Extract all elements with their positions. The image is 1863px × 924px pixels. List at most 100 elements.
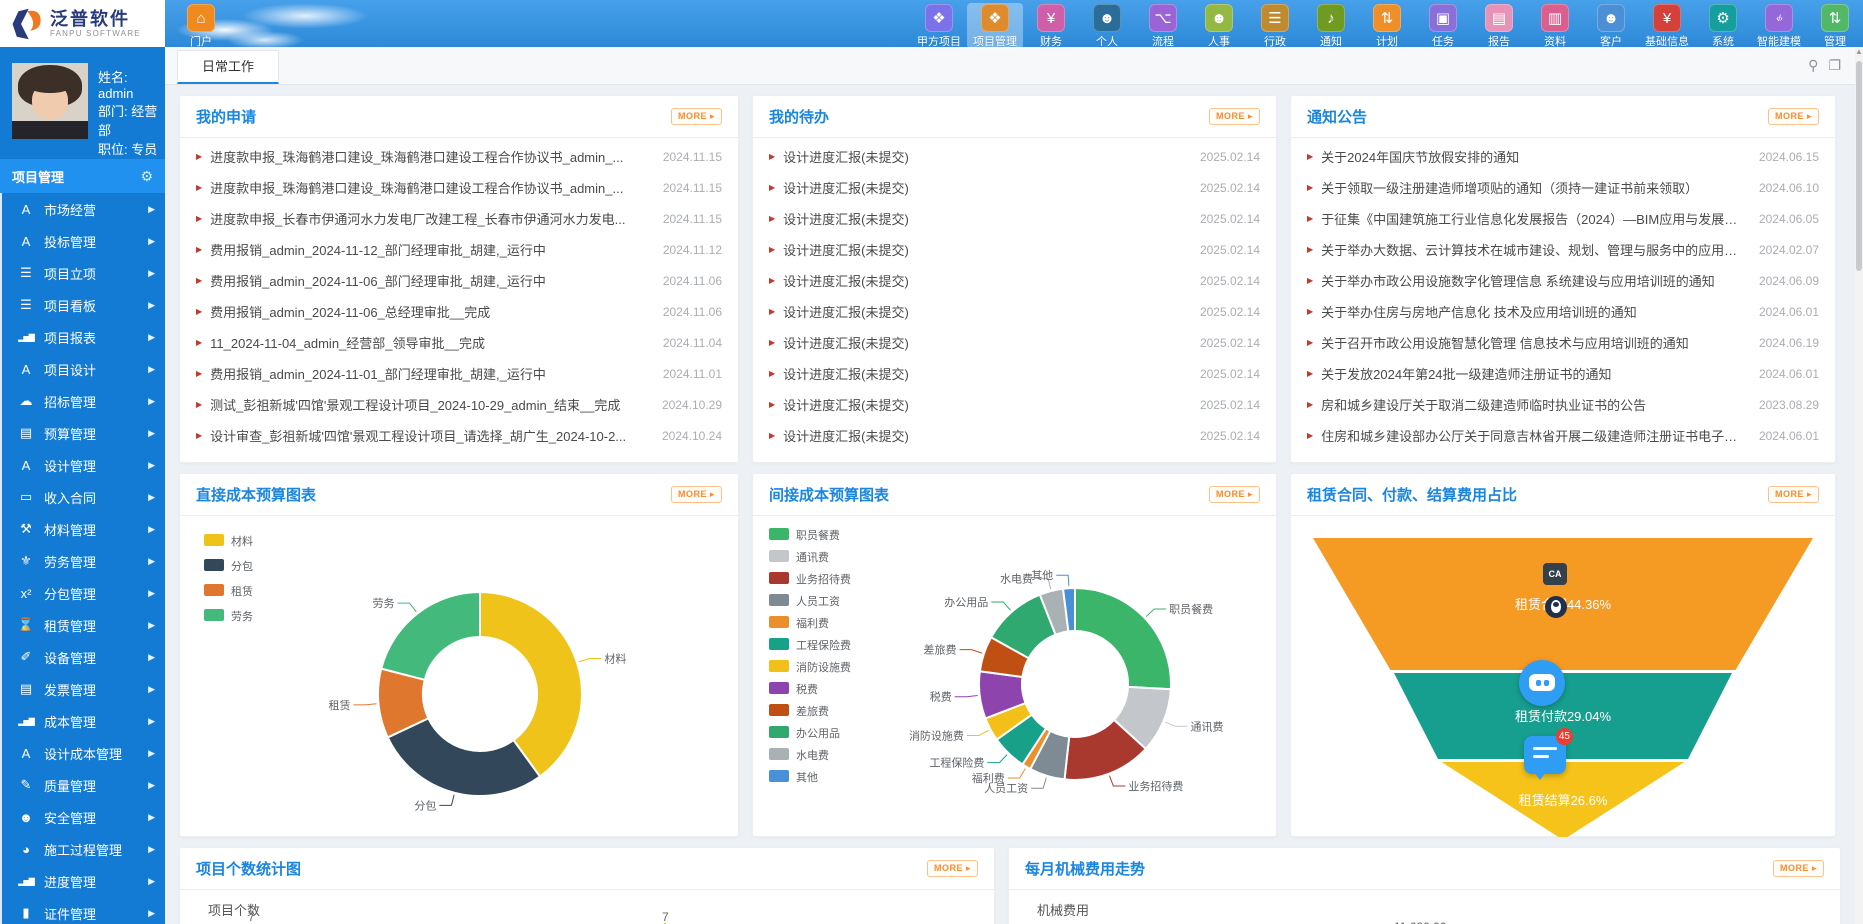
sidebar-item-项目报表[interactable]: ▂▅▇项目报表▶ xyxy=(2,321,165,353)
list-item[interactable]: ▶设计进度汇报(未提交)2025.02.14 xyxy=(769,141,1260,172)
nav-item-资料[interactable]: ▥资料 xyxy=(1527,3,1583,49)
nav-item-智能建模[interactable]: ‹/›智能建模 xyxy=(1751,3,1807,49)
list-item[interactable]: ▶设计进度汇报(未提交)2025.02.14 xyxy=(769,296,1260,327)
more-button[interactable]: MORE ▸ xyxy=(671,486,722,503)
list-item[interactable]: ▶设计进度汇报(未提交)2025.02.14 xyxy=(769,265,1260,296)
sidebar-item-设备管理[interactable]: ✐设备管理▶ xyxy=(2,641,165,673)
more-button[interactable]: MORE ▸ xyxy=(1768,108,1819,125)
sidebar-item-投标管理[interactable]: A投标管理▶ xyxy=(2,225,165,257)
list-item[interactable]: ▶设计进度汇报(未提交)2025.02.14 xyxy=(769,172,1260,203)
ca-cert-widget-button[interactable]: CA xyxy=(1543,563,1567,585)
list-item[interactable]: ▶设计进度汇报(未提交)2025.02.14 xyxy=(769,389,1260,420)
qq-icon[interactable] xyxy=(1545,596,1567,618)
sidebar-item-项目立项[interactable]: ☰项目立项▶ xyxy=(2,257,165,289)
x2-icon: x² xyxy=(16,586,36,601)
nav-item-计划[interactable]: ⇅计划 xyxy=(1359,3,1415,49)
nav-item-基础信息[interactable]: ¥基础信息 xyxy=(1639,3,1695,49)
list-item[interactable]: ▶进度款申报_长春市伊通河水力发电厂改建工程_长春市伊通河水力发电...2024… xyxy=(196,203,722,234)
list-item[interactable]: ▶关于领取一级注册建造师增项贴的通知（须持一建证书前来领取）2024.06.10 xyxy=(1307,172,1819,203)
list-item[interactable]: ▶房和城乡建设厅关于取消二级建造师临时执业证书的公告2023.08.29 xyxy=(1307,389,1819,420)
list-item[interactable]: ▶11_2024-11-04_admin_经营部_领导审批__完成2024.11… xyxy=(196,327,722,358)
nav-item-报告[interactable]: ▤报告 xyxy=(1471,3,1527,49)
more-button[interactable]: MORE ▸ xyxy=(1209,486,1260,503)
list-item[interactable]: ▶设计进度汇报(未提交)2025.02.14 xyxy=(769,203,1260,234)
list-item[interactable]: ▶设计进度汇报(未提交)2025.02.14 xyxy=(769,358,1260,389)
nav-item-个人[interactable]: ☻个人 xyxy=(1079,3,1135,49)
sidebar-item-发票管理[interactable]: ▤发票管理▶ xyxy=(2,673,165,705)
list-item-text: 进度款申报_珠海鹤港口建设_珠海鹤港口建设工程合作协议书_admin_... xyxy=(210,178,649,197)
list-item[interactable]: ▶进度款申报_珠海鹤港口建设_珠海鹤港口建设工程合作协议书_admin_...2… xyxy=(196,172,722,203)
more-button[interactable]: MORE ▸ xyxy=(671,108,722,125)
list-item[interactable]: ▶费用报销_admin_2024-11-06_总经理审批__完成2024.11.… xyxy=(196,296,722,327)
sidebar-item-预算管理[interactable]: ▤预算管理▶ xyxy=(2,417,165,449)
nav-item-通知[interactable]: ♪通知 xyxy=(1303,3,1359,49)
sidebar-item-设计管理[interactable]: A设计管理▶ xyxy=(2,449,165,481)
scrollbar-thumb[interactable] xyxy=(1856,61,1862,271)
list-item-date: 2025.02.14 xyxy=(1200,305,1260,319)
nav-item-甲方项目[interactable]: ❖甲方项目 xyxy=(911,3,967,49)
list-item[interactable]: ▶关于举办住房与房地产信息化 技术及应用培训班的通知2024.06.01 xyxy=(1307,296,1819,327)
more-button[interactable]: MORE ▸ xyxy=(1773,860,1824,877)
sidebar-item-质量管理[interactable]: ✎质量管理▶ xyxy=(2,769,165,801)
list-item[interactable]: ▶关于发放2024年第24批一级建造师注册证书的通知2024.06.01 xyxy=(1307,358,1819,389)
list-item[interactable]: ▶关于举办大数据、云计算技术在城市建设、规划、管理与服务中的应用培训班...20… xyxy=(1307,234,1819,265)
sidebar-item-进度管理[interactable]: ▂▅▇进度管理▶ xyxy=(2,865,165,897)
sidebar-item-收入合同[interactable]: ▭收入合同▶ xyxy=(2,481,165,513)
nav-item-流程[interactable]: ⌥流程 xyxy=(1135,3,1191,49)
sidebar-item-市场经营[interactable]: A市场经营▶ xyxy=(2,193,165,225)
nav-item-客户[interactable]: ☻客户 xyxy=(1583,3,1639,49)
nav-item-财务[interactable]: ¥财务 xyxy=(1023,3,1079,49)
list-item[interactable]: ▶费用报销_admin_2024-11-06_部门经理审批_胡建,_运行中202… xyxy=(196,265,722,296)
nav-item-管理[interactable]: ⇅管理 xyxy=(1807,3,1863,49)
service-robot-button[interactable] xyxy=(1519,660,1565,706)
list-item[interactable]: ▶测试_彭祖新城'四馆'景观工程设计项目_2024-10-29_admin_结束… xyxy=(196,389,722,420)
message-button[interactable]: 45 xyxy=(1524,736,1566,774)
sidebar-item-施工过程管理[interactable]: ◕施工过程管理▶ xyxy=(2,833,165,865)
list-item[interactable]: ▶关于召开市政公用设施智慧化管理 信息技术与应用培训班的通知2024.06.19 xyxy=(1307,327,1819,358)
sidebar-item-安全管理[interactable]: ☻安全管理▶ xyxy=(2,801,165,833)
sidebar-item-劳务管理[interactable]: ⚜劳务管理▶ xyxy=(2,545,165,577)
list-item[interactable]: ▶设计进度汇报(未提交)2025.02.14 xyxy=(769,234,1260,265)
list-item[interactable]: ▶于征集《中国建筑施工行业信息化发展报告（2024）—BIM应用与发展》材料..… xyxy=(1307,203,1819,234)
sidebar-item-label: 项目看板 xyxy=(44,296,148,315)
nav-item-项目管理[interactable]: ❖项目管理 xyxy=(967,3,1023,49)
sidebar-item-招标管理[interactable]: ☁招标管理▶ xyxy=(2,385,165,417)
list-item[interactable]: ▶费用报销_admin_2024-11-12_部门经理审批_胡建,_运行中202… xyxy=(196,234,722,265)
sidebar-item-label: 质量管理 xyxy=(44,776,148,795)
layout-icon[interactable]: ❐ xyxy=(1828,57,1841,74)
sidebar-item-分包管理[interactable]: x²分包管理▶ xyxy=(2,577,165,609)
list-item[interactable]: ▶设计进度汇报(未提交)2025.02.14 xyxy=(769,327,1260,358)
my-requests-list: ▶进度款申报_珠海鹤港口建设_珠海鹤港口建设工程合作协议书_admin_...2… xyxy=(180,138,738,451)
list-item[interactable]: ▶关于2024年国庆节放假安排的通知2024.06.15 xyxy=(1307,141,1819,172)
more-button[interactable]: MORE ▸ xyxy=(1209,108,1260,125)
data-label: 7 xyxy=(248,910,255,924)
key-icon[interactable]: ⚲ xyxy=(1808,57,1818,74)
list-item[interactable]: ▶费用报销_admin_2024-11-01_部门经理审批_胡建,_运行中202… xyxy=(196,358,722,389)
sidebar-item-项目看板[interactable]: ☰项目看板▶ xyxy=(2,289,165,321)
nav-item-门户[interactable]: ⌂门户 xyxy=(173,3,229,49)
nav-item-人事[interactable]: ☻人事 xyxy=(1191,3,1247,49)
nav-item-系统[interactable]: ⚙系统 xyxy=(1695,3,1751,49)
sidebar-item-设计成本管理[interactable]: A设计成本管理▶ xyxy=(2,737,165,769)
tab-daily-work[interactable]: 日常工作 xyxy=(177,50,279,84)
more-button[interactable]: MORE ▸ xyxy=(927,860,978,877)
list-item[interactable]: ▶关于举办市政公用设施数字化管理信息 系统建设与应用培训班的通知2024.06.… xyxy=(1307,265,1819,296)
sidebar-item-项目设计[interactable]: A项目设计▶ xyxy=(2,353,165,385)
nav-item-任务[interactable]: ▣任务 xyxy=(1415,3,1471,49)
list-item[interactable]: ▶住房和城乡建设部办公厅关于同意吉林省开展二级建造师注册证书电子化试点...20… xyxy=(1307,420,1819,451)
sidebar-item-租赁管理[interactable]: ⌛租赁管理▶ xyxy=(2,609,165,641)
report-icon: ▤ xyxy=(1485,4,1513,32)
list-item[interactable]: ▶设计审查_彭祖新城'四馆'景观工程设计项目_请选择_胡广生_2024-10-2… xyxy=(196,420,722,451)
scroll-up-arrow[interactable]: ▲ xyxy=(1855,47,1863,59)
list-item[interactable]: ▶设计进度汇报(未提交)2025.02.14 xyxy=(769,420,1260,451)
more-button[interactable]: MORE ▸ xyxy=(1768,486,1819,503)
sidebar-item-成本管理[interactable]: ▂▅▇成本管理▶ xyxy=(2,705,165,737)
list-item[interactable]: ▶进度款申报_珠海鹤港口建设_珠海鹤港口建设工程合作协议书_admin_...2… xyxy=(196,141,722,172)
nav-item-行政[interactable]: ☰行政 xyxy=(1247,3,1303,49)
label-line xyxy=(1056,575,1069,586)
gear-icon[interactable]: ⚙ xyxy=(140,168,153,185)
pie-slice-分包 xyxy=(388,718,540,796)
sidebar-item-证件管理[interactable]: ▮证件管理▶ xyxy=(2,897,165,924)
sidebar-item-材料管理[interactable]: ⚒材料管理▶ xyxy=(2,513,165,545)
list-item-text: 费用报销_admin_2024-11-12_部门经理审批_胡建,_运行中 xyxy=(210,240,649,259)
